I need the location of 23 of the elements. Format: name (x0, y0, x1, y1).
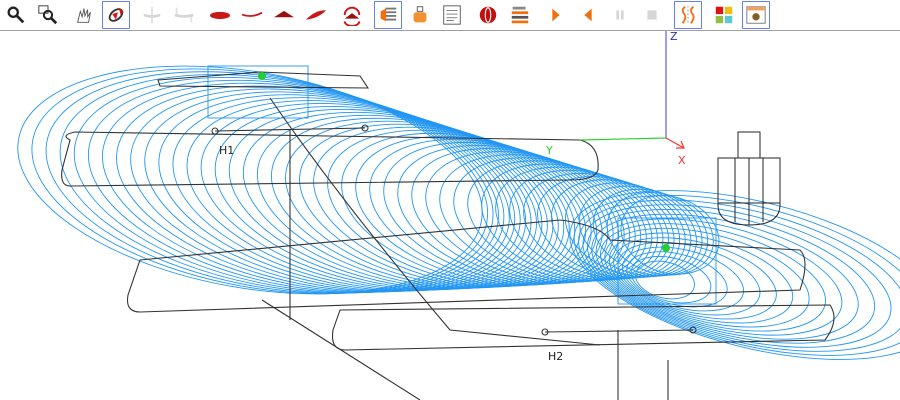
axis-label: Y (546, 144, 553, 157)
point-label: H2 (548, 350, 564, 363)
split-button[interactable] (674, 1, 702, 29)
layers-button[interactable] (374, 1, 402, 29)
stack-icon (509, 4, 531, 26)
move-vertical-icon (141, 4, 163, 26)
axis-label: Z (670, 31, 678, 43)
rotate-button[interactable] (102, 1, 130, 29)
point-label: H1 (219, 144, 234, 157)
mound-icon (273, 10, 295, 20)
marker-dot-icon (662, 244, 670, 252)
rotate-mound-icon (341, 4, 363, 26)
zoom-icon (5, 4, 27, 26)
window-icon (745, 4, 767, 26)
zoom-window-icon (37, 4, 59, 26)
marker-dot-icon (258, 72, 266, 80)
curve-icon (241, 10, 263, 20)
document-icon (441, 4, 463, 26)
ellipse-icon (209, 10, 231, 20)
window-button[interactable] (742, 1, 770, 29)
sphere-icon (477, 4, 499, 26)
axis-label: X (678, 154, 686, 167)
colors-icon (713, 4, 735, 26)
